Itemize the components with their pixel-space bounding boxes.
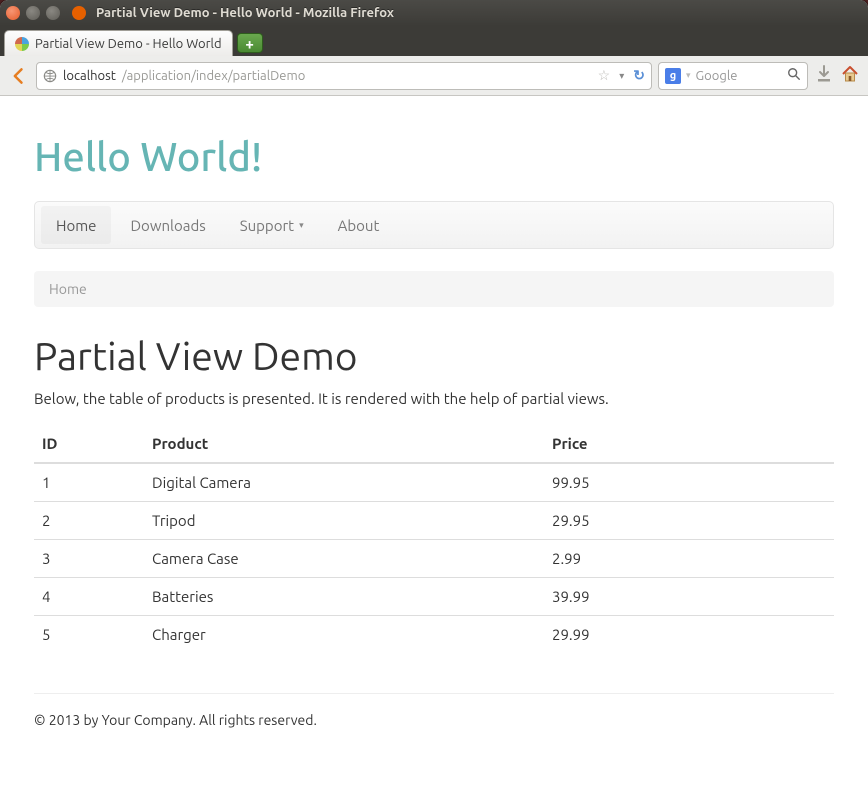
tab-title: Partial View Demo - Hello World [35,37,222,51]
browser-navbar: localhost/application/index/partialDemo … [0,56,868,96]
cell-product: Charger [144,616,544,654]
breadcrumb-item[interactable]: Home [49,281,87,297]
firefox-icon [72,6,86,20]
window-minimize-button[interactable] [26,6,40,20]
bookmark-star-icon[interactable]: ☆ [598,67,611,84]
cell-id: 3 [34,540,144,578]
nav-item-label: Support [240,217,294,234]
page-title: Partial View Demo [34,335,834,378]
downloads-icon[interactable] [814,64,834,88]
table-row: 1Digital Camera99.95 [34,463,834,502]
window-close-button[interactable] [6,6,20,20]
breadcrumb: Home [34,271,834,307]
table-header-row: ID Product Price [34,425,834,463]
url-host: localhost [63,69,116,83]
table-row: 3Camera Case2.99 [34,540,834,578]
products-table: ID Product Price 1Digital Camera99.952Tr… [34,425,834,653]
nav-item-label: Home [56,217,96,234]
search-engine-label: Google [696,69,738,83]
col-header-product: Product [144,425,544,463]
tab-strip: Partial View Demo - Hello World + [0,26,868,56]
nav-item-label: About [338,217,380,234]
page-content: Hello World! HomeDownloadsSupport▾About … [0,96,868,797]
cell-id: 1 [34,463,144,502]
cell-product: Tripod [144,502,544,540]
cell-product: Batteries [144,578,544,616]
browser-tab[interactable]: Partial View Demo - Hello World [4,30,233,56]
cell-product: Camera Case [144,540,544,578]
nav-item-support[interactable]: Support ▾ [225,206,319,244]
col-header-price: Price [544,425,834,463]
chevron-down-icon: ▾ [299,220,304,231]
new-tab-button[interactable]: + [237,33,263,53]
window-maximize-button[interactable] [46,6,60,20]
url-dropdown-icon[interactable]: ▾ [619,70,624,82]
cell-price: 99.95 [544,463,834,502]
nav-item-label: Downloads [130,217,205,234]
cell-id: 2 [34,502,144,540]
back-button[interactable] [8,65,30,87]
cell-product: Digital Camera [144,463,544,502]
page-description: Below, the table of products is presente… [34,390,834,407]
main-nav: Home Downloads Support ▾ About [34,201,834,249]
search-engine-icon: g [665,68,681,84]
reload-icon[interactable]: ↻ [633,67,645,84]
cell-id: 5 [34,616,144,654]
window-controls [6,6,60,20]
cell-price: 29.95 [544,502,834,540]
window-titlebar: Partial View Demo - Hello World - Mozill… [0,0,868,26]
tab-favicon-icon [15,37,29,51]
col-header-id: ID [34,425,144,463]
brand-heading: Hello World! [34,116,834,201]
search-submit-icon[interactable] [787,67,801,84]
url-path: /application/index/partialDemo [122,69,305,83]
url-bar[interactable]: localhost/application/index/partialDemo … [36,62,652,90]
firefox-window: Partial View Demo - Hello World - Mozill… [0,0,868,797]
cell-price: 2.99 [544,540,834,578]
nav-item-about[interactable]: About [323,206,395,244]
globe-icon [43,69,57,83]
window-title: Partial View Demo - Hello World - Mozill… [96,6,394,20]
nav-item-home[interactable]: Home [41,206,111,244]
home-icon[interactable] [840,64,860,88]
table-row: 4Batteries39.99 [34,578,834,616]
nav-item-downloads[interactable]: Downloads [115,206,220,244]
footer-text: © 2013 by Your Company. All rights reser… [34,694,834,746]
search-engine-dropdown-icon[interactable]: ▾ [686,70,691,81]
cell-price: 29.99 [544,616,834,654]
table-row: 2Tripod29.95 [34,502,834,540]
cell-id: 4 [34,578,144,616]
cell-price: 39.99 [544,578,834,616]
search-bar[interactable]: g ▾ Google [658,62,808,90]
table-row: 5Charger29.99 [34,616,834,654]
